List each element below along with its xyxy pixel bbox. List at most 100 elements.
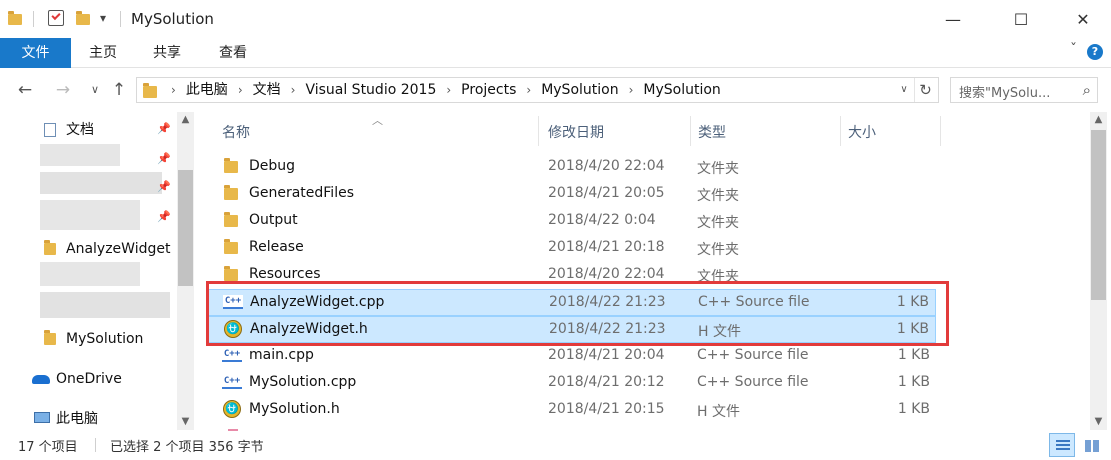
- scroll-up-icon[interactable]: ▲: [177, 112, 194, 128]
- partial-row-indicator: [228, 429, 238, 431]
- folder-icon: [8, 11, 22, 25]
- crumb-mysolution-current[interactable]: MySolution: [639, 78, 724, 102]
- table-row[interactable]: GeneratedFiles 2018/4/21 20:05 文件夹: [206, 181, 936, 208]
- search-icon[interactable]: ⌕: [1083, 81, 1091, 99]
- scrollbar-thumb[interactable]: [178, 170, 193, 286]
- cpp-file-icon: C++: [222, 375, 242, 389]
- file-size: 1 KB: [897, 347, 930, 363]
- redacted-item: [40, 292, 170, 318]
- window-title: MySolution: [131, 10, 214, 28]
- crumb-separator[interactable]: ›: [165, 78, 182, 102]
- file-date: 2018/4/21 20:05: [548, 185, 665, 201]
- crumb-separator[interactable]: ›: [520, 78, 537, 102]
- folder-icon: [224, 266, 238, 281]
- selection-summary: 已选择 2 个项目 356 字节: [110, 440, 264, 455]
- minimize-button[interactable]: —: [930, 0, 976, 38]
- crumb-separator[interactable]: ›: [285, 78, 302, 102]
- details-view-button[interactable]: [1049, 433, 1075, 457]
- file-type: 文件夹: [697, 161, 739, 177]
- refresh-icon[interactable]: ↻: [914, 78, 936, 102]
- separator: [120, 11, 121, 27]
- address-bar[interactable]: › 此电脑 › 文档 › Visual Studio 2015 › Projec…: [136, 77, 939, 103]
- file-name: Output: [249, 212, 298, 228]
- back-button[interactable]: ←: [14, 78, 36, 102]
- properties-icon[interactable]: [48, 10, 64, 26]
- file-name: MySolution.cpp: [249, 374, 357, 390]
- redacted-item: [40, 172, 162, 194]
- column-divider[interactable]: [840, 116, 841, 146]
- large-icons-view-button[interactable]: [1078, 433, 1104, 457]
- navigation-pane-scrollbar[interactable]: ▲ ▼: [177, 112, 194, 430]
- maximize-button[interactable]: ☐: [998, 0, 1044, 38]
- nav-item-label: 文档: [66, 122, 94, 138]
- pin-icon[interactable]: 📌: [157, 180, 171, 193]
- tab-share[interactable]: 共享: [140, 38, 194, 68]
- folder-icon: [44, 330, 56, 345]
- table-row[interactable]: Output 2018/4/22 0:04 文件夹: [206, 208, 936, 235]
- table-row[interactable]: C++ MySolution.cpp 2018/4/21 20:12 C++ S…: [206, 370, 936, 397]
- column-size[interactable]: 大小: [848, 122, 876, 142]
- search-input[interactable]: 搜索"MySolu...: [959, 82, 1050, 101]
- sort-ascending-icon: ︿: [372, 114, 383, 127]
- tab-file[interactable]: 文件: [0, 38, 71, 68]
- file-date: 2018/4/20 22:04: [548, 266, 665, 282]
- forward-button[interactable]: →: [52, 78, 74, 102]
- nav-item-label: OneDrive: [56, 371, 122, 387]
- close-button[interactable]: ✕: [1060, 0, 1106, 38]
- column-date-modified[interactable]: 修改日期: [548, 122, 604, 142]
- tab-view[interactable]: 查看: [206, 38, 260, 68]
- title-bar: ▾ MySolution — ☐ ✕: [0, 0, 1111, 38]
- tab-home[interactable]: 主页: [76, 38, 130, 68]
- table-row[interactable]: C++ main.cpp 2018/4/21 20:04 C++ Source …: [206, 343, 936, 370]
- crumb-mysolution[interactable]: MySolution: [537, 78, 622, 102]
- navigation-bar: ← → ∨ ↑ › 此电脑 › 文档 › Visual Studio 2015 …: [0, 68, 1111, 112]
- scroll-down-icon[interactable]: ▼: [177, 414, 194, 430]
- file-type: C++ Source file: [697, 347, 809, 363]
- annotation-highlight-box: [206, 281, 949, 346]
- crumb-projects[interactable]: Projects: [457, 78, 520, 102]
- file-name: main.cpp: [249, 347, 314, 363]
- column-divider[interactable]: [690, 116, 691, 146]
- large-icons-view-icon: [1085, 440, 1099, 452]
- file-list-scrollbar[interactable]: ▲ ▼: [1090, 112, 1107, 430]
- crumb-separator[interactable]: ›: [232, 78, 249, 102]
- pin-icon[interactable]: 📌: [157, 152, 171, 165]
- separator: [95, 438, 96, 452]
- crumb-this-pc[interactable]: 此电脑: [182, 78, 232, 102]
- computer-icon: [34, 412, 50, 423]
- column-divider[interactable]: [940, 116, 941, 146]
- column-name[interactable]: 名称: [222, 122, 250, 142]
- crumb-separator[interactable]: ›: [623, 78, 640, 102]
- file-type: 文件夹: [697, 188, 739, 204]
- folder-icon: [224, 158, 238, 173]
- new-folder-icon[interactable]: [76, 11, 90, 25]
- scroll-down-icon[interactable]: ▼: [1090, 414, 1107, 430]
- scrollbar-thumb[interactable]: [1091, 130, 1106, 300]
- file-name: GeneratedFiles: [249, 185, 354, 201]
- table-row[interactable]: Debug 2018/4/20 22:04 文件夹: [206, 154, 936, 181]
- crumb-visual-studio[interactable]: Visual Studio 2015: [301, 78, 440, 102]
- pin-icon[interactable]: 📌: [157, 210, 171, 223]
- pin-icon[interactable]: 📌: [157, 122, 171, 135]
- table-row[interactable]: ⛎ MySolution.h 2018/4/21 20:15 H 文件 1 KB: [206, 397, 936, 424]
- search-box[interactable]: 搜索"MySolu... ⌕: [950, 77, 1098, 103]
- column-type[interactable]: 类型: [698, 122, 726, 142]
- file-date: 2018/4/21 20:04: [548, 347, 665, 363]
- ribbon: 文件 主页 共享 查看 ˇ ?: [0, 38, 1111, 68]
- file-type: H 文件: [697, 404, 740, 420]
- file-name: MySolution.h: [249, 401, 340, 417]
- redacted-item: [40, 200, 140, 230]
- nav-item-label: AnalyzeWidget: [66, 241, 171, 257]
- column-divider[interactable]: [538, 116, 539, 146]
- crumb-documents[interactable]: 文档: [249, 78, 285, 102]
- crumb-separator[interactable]: ›: [440, 78, 457, 102]
- address-dropdown-icon[interactable]: ∨: [894, 78, 914, 102]
- item-count: 17 个项目: [18, 440, 78, 455]
- expand-ribbon-icon[interactable]: ˇ: [1070, 42, 1077, 58]
- customize-qa-dropdown[interactable]: ▾: [100, 11, 106, 31]
- up-button[interactable]: ↑: [108, 78, 130, 102]
- recent-locations-button[interactable]: ∨: [84, 78, 106, 102]
- scroll-up-icon[interactable]: ▲: [1090, 112, 1107, 128]
- table-row[interactable]: Release 2018/4/21 20:18 文件夹: [206, 235, 936, 262]
- help-icon[interactable]: ?: [1087, 44, 1103, 60]
